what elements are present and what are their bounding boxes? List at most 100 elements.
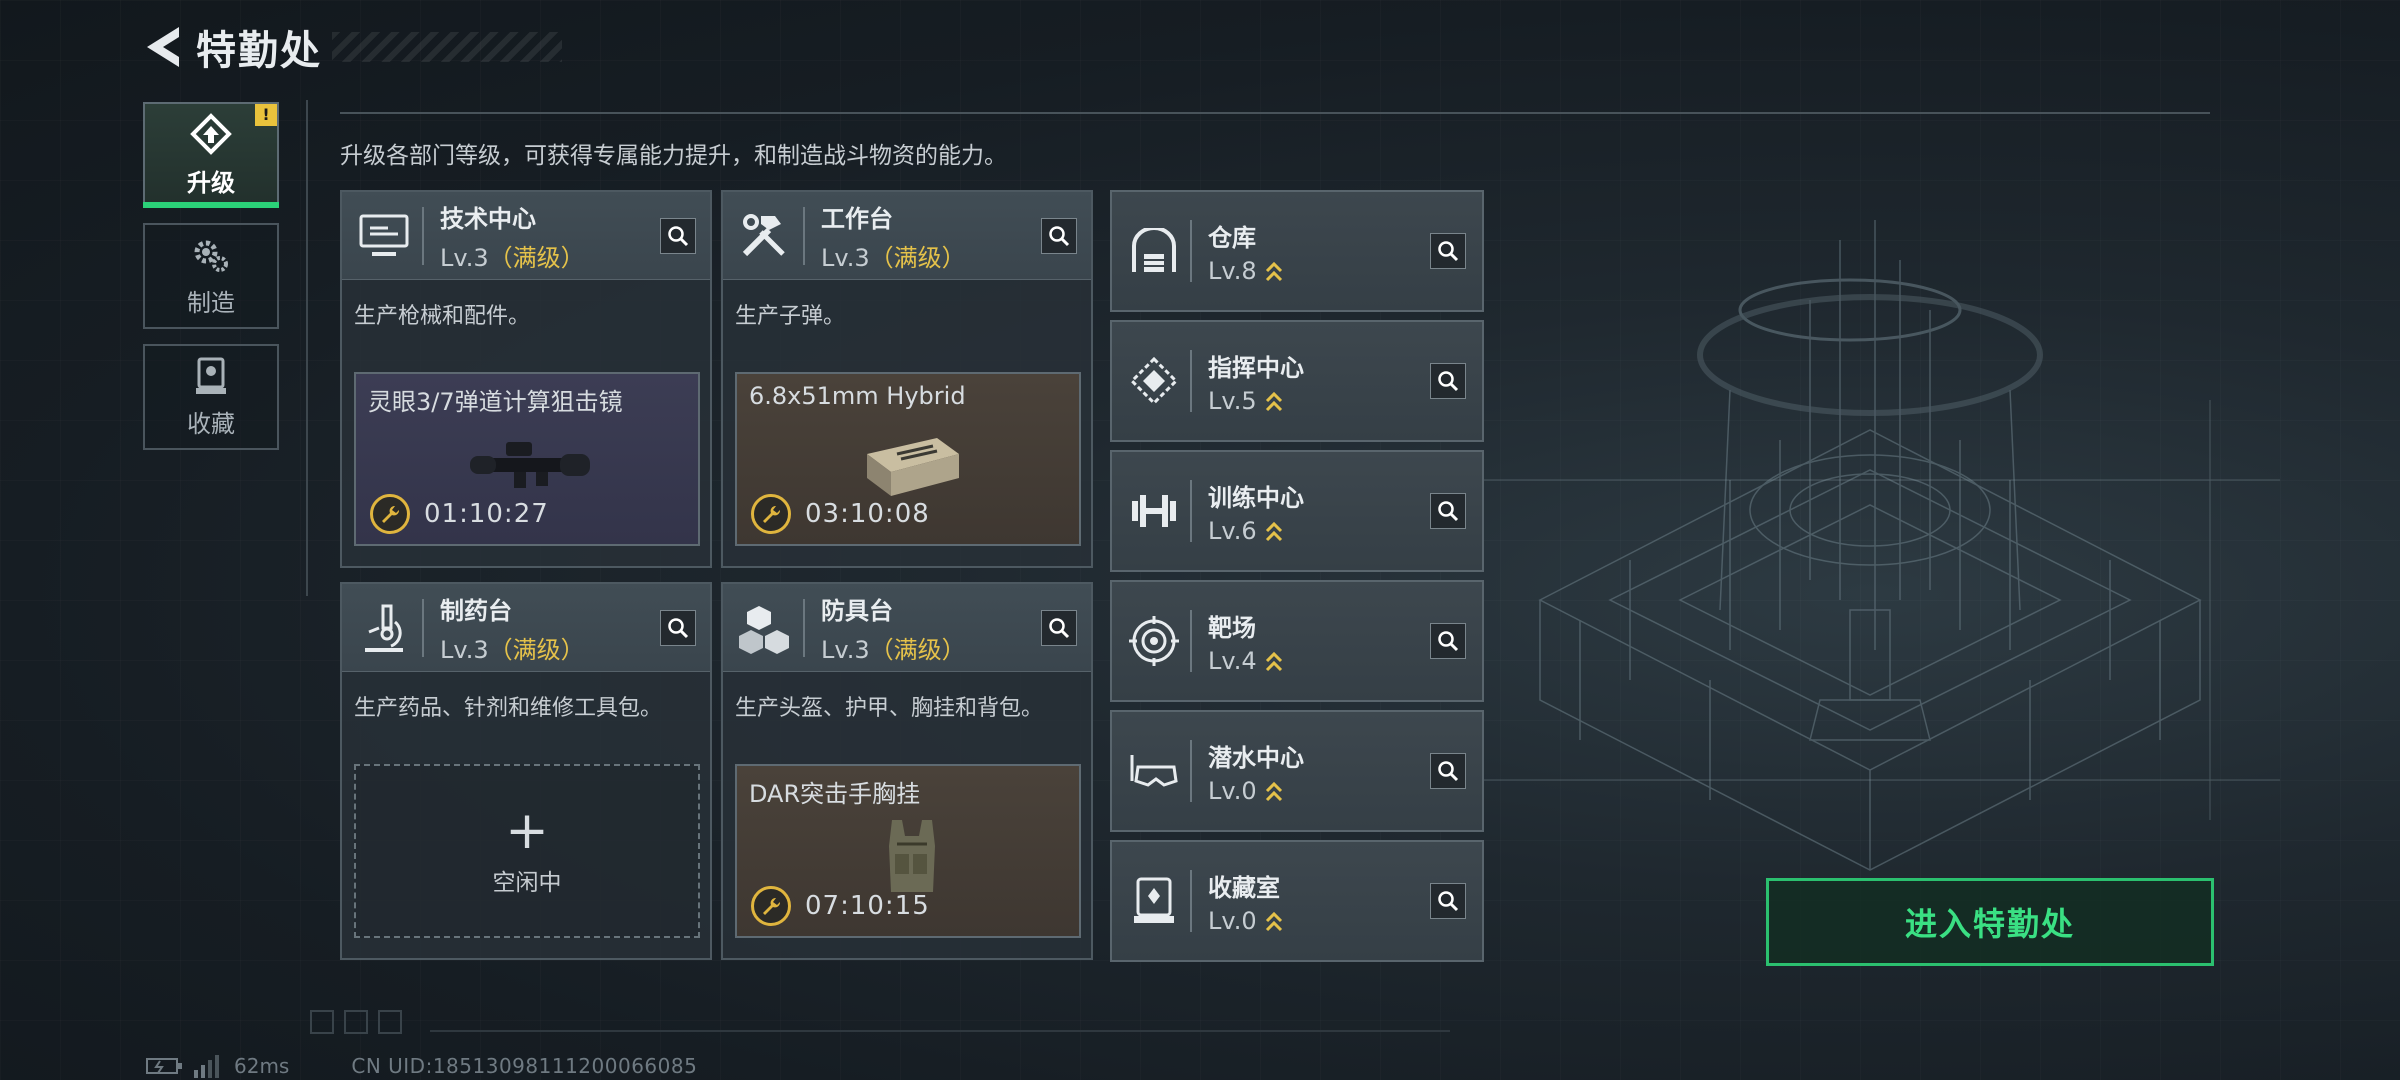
building-name: 指挥中心 — [1208, 353, 1304, 382]
building-name: 潜水中心 — [1208, 743, 1304, 772]
building-card-training-center[interactable]: 训练中心 Lv.6 — [1110, 450, 1484, 572]
warehouse-icon — [1128, 225, 1180, 277]
target-icon — [1128, 615, 1180, 667]
search-button[interactable] — [1430, 753, 1466, 789]
signal-icon — [194, 1055, 219, 1078]
search-button[interactable] — [1430, 493, 1466, 529]
timer-value: 07:10:15 — [805, 891, 930, 921]
page-title: 特勤处 — [196, 28, 322, 74]
decoration — [310, 1010, 334, 1034]
building-description: 生产枪械和配件。 — [354, 304, 531, 329]
side-nav: ! 升级 制造 收藏 — [143, 102, 281, 465]
production-slot[interactable]: DAR突击手胸挂 07:10:15 — [735, 764, 1081, 938]
building-card-pharmacy: 制药台 Lv.3（满级） 生产药品、针剂和维修工具包。 + 空闲中 — [340, 582, 712, 960]
search-button[interactable] — [1430, 623, 1466, 659]
scope-image — [470, 442, 590, 488]
building-level: Lv.3（满级） — [440, 238, 660, 273]
building-description: 生产头盔、护甲、胸挂和背包。 — [735, 696, 1044, 721]
building-description: 生产药品、针剂和维修工具包。 — [354, 696, 663, 721]
card-header: 工作台 Lv.3（满级） — [723, 192, 1091, 280]
separator — [803, 598, 805, 657]
search-button[interactable] — [1430, 233, 1466, 269]
building-name: 工作台 — [821, 204, 893, 233]
building-name: 训练中心 — [1208, 483, 1304, 512]
search-button[interactable] — [1430, 363, 1466, 399]
search-button[interactable] — [660, 609, 696, 646]
building-name: 制药台 — [440, 596, 512, 625]
building-level: Lv.3（满级） — [440, 630, 660, 665]
building-card-warehouse[interactable]: 仓库 Lv.8 — [1110, 190, 1484, 312]
production-slot[interactable]: 6.8x51mm Hybrid 03:10:08 — [735, 372, 1081, 546]
level-value: Lv.3 — [821, 635, 870, 664]
nav-upgrade[interactable]: ! 升级 — [143, 102, 279, 208]
enter-special-ops-button[interactable]: 进入特勤处 — [1766, 878, 2214, 966]
display-case-icon — [196, 357, 226, 394]
chest-rig-image — [889, 820, 935, 892]
command-icon — [1128, 355, 1180, 407]
level-value: Lv.4 — [1208, 646, 1257, 675]
user-uid: CN UID:18513098111200066085 — [351, 1054, 698, 1078]
decoration — [344, 1010, 368, 1034]
search-icon — [668, 617, 689, 638]
card-header: 技术中心 Lv.3（满级） — [342, 192, 710, 280]
building-card-command-center[interactable]: 指挥中心 Lv.5 — [1110, 320, 1484, 442]
building-illustration — [1480, 220, 2280, 871]
level-value: Lv.0 — [1208, 906, 1257, 935]
nav-collect[interactable]: 收藏 — [143, 344, 279, 450]
timer-value: 01:10:27 — [424, 499, 549, 529]
building-card-shooting-range[interactable]: 靶场 Lv.4 — [1110, 580, 1484, 702]
search-button[interactable] — [660, 217, 696, 254]
timer-value: 03:10:08 — [805, 499, 930, 529]
production-timer: 03:10:08 — [751, 494, 930, 534]
rank-chevron-icon — [1265, 911, 1282, 931]
building-card-diving-center[interactable]: 潜水中心 Lv.0 — [1110, 710, 1484, 832]
level-value: Lv.5 — [1208, 386, 1257, 415]
building-card-collection-room[interactable]: 收藏室 Lv.0 — [1110, 840, 1484, 962]
decoration — [378, 1010, 402, 1034]
product-name: DAR突击手胸挂 — [749, 780, 921, 808]
card-titles: 训练中心 Lv.6 — [1208, 478, 1430, 545]
card-titles: 收藏室 Lv.0 — [1208, 868, 1430, 935]
cubes-icon — [737, 600, 793, 656]
production-slot[interactable]: 灵眼3/7弹道计算狙击镜 01:10:27 — [354, 372, 700, 546]
page-header: 特勤处 — [140, 22, 562, 74]
building-name: 技术中心 — [440, 204, 536, 233]
card-titles: 靶场 Lv.4 — [1208, 608, 1430, 675]
alert-badge: ! — [255, 104, 277, 126]
building-level: Lv.4 — [1208, 647, 1430, 675]
separator — [1190, 480, 1192, 542]
bottom-divider — [430, 1030, 1450, 1032]
search-icon — [1438, 891, 1459, 912]
search-icon — [1049, 225, 1070, 246]
search-icon — [1049, 617, 1070, 638]
search-icon — [1438, 501, 1459, 522]
card-header: 防具台 Lv.3（满级） — [723, 584, 1091, 672]
building-level: Lv.8 — [1208, 257, 1430, 285]
rank-chevron-icon — [1265, 521, 1282, 541]
card-header: 制药台 Lv.3（满级） — [342, 584, 710, 672]
back-button[interactable] — [140, 23, 188, 71]
wrench-icon — [370, 494, 410, 534]
building-name: 靶场 — [1208, 613, 1256, 642]
search-button[interactable] — [1041, 609, 1077, 646]
nav-craft[interactable]: 制造 — [143, 223, 279, 329]
card-titles: 防具台 Lv.3（满级） — [821, 591, 1041, 665]
separator — [1190, 870, 1192, 932]
building-card-armor-bench: 防具台 Lv.3（满级） 生产头盔、护甲、胸挂和背包。 DAR突击手胸挂 07:… — [721, 582, 1093, 960]
nav-label: 升级 — [187, 168, 235, 197]
collection-icon — [1128, 875, 1180, 927]
max-level-tag: （满级） — [869, 243, 966, 272]
card-titles: 指挥中心 Lv.5 — [1208, 348, 1430, 415]
search-button[interactable] — [1041, 217, 1077, 254]
separator — [1190, 740, 1192, 802]
card-titles: 潜水中心 Lv.0 — [1208, 738, 1430, 805]
empty-production-slot[interactable]: + 空闲中 — [354, 764, 700, 938]
building-name: 防具台 — [821, 596, 893, 625]
card-titles: 技术中心 Lv.3（满级） — [440, 199, 660, 273]
search-icon — [1438, 371, 1459, 392]
production-timer: 07:10:15 — [751, 886, 930, 926]
level-value: Lv.0 — [1208, 776, 1257, 805]
rank-chevron-icon — [1265, 651, 1282, 671]
search-button[interactable] — [1430, 883, 1466, 919]
card-titles: 仓库 Lv.8 — [1208, 218, 1430, 285]
